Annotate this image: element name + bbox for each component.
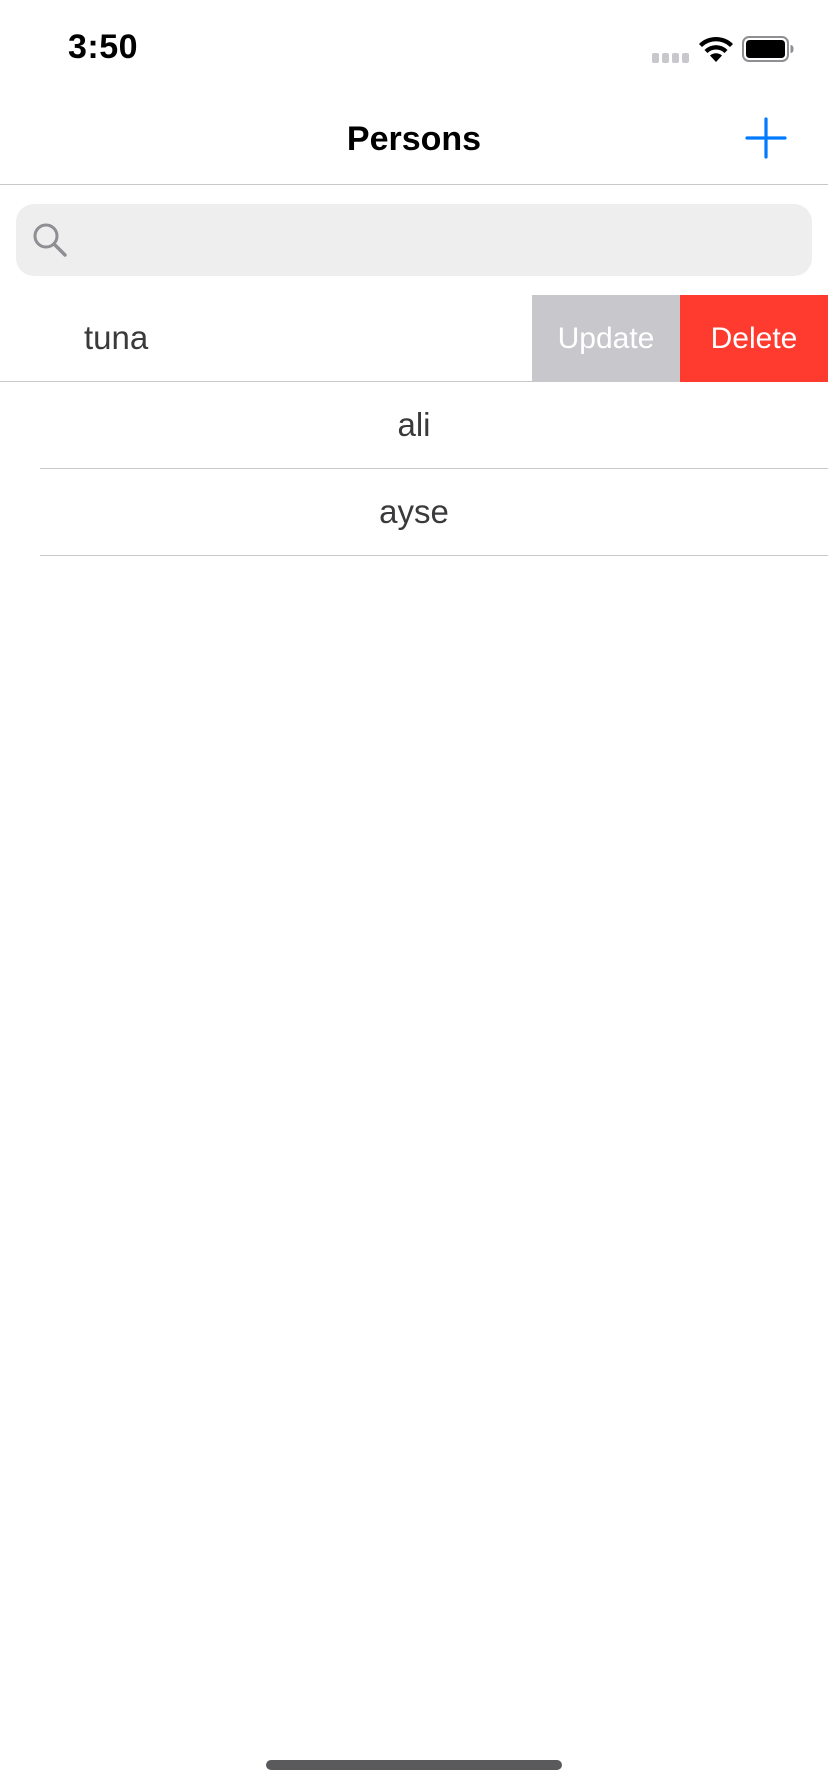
signal-icon: [652, 53, 689, 63]
list-item[interactable]: ayse: [0, 469, 828, 556]
navigation-bar: Persons: [0, 96, 828, 185]
home-indicator[interactable]: [266, 1760, 562, 1770]
plus-icon: [745, 117, 787, 159]
list-item-content[interactable]: tuna: [0, 295, 532, 382]
status-time: 3:50: [68, 28, 139, 66]
search-icon: [33, 223, 67, 257]
persons-list: tuna Update Delete ali ayse: [0, 295, 828, 556]
page-title: Persons: [346, 120, 482, 158]
search-field[interactable]: [16, 204, 812, 278]
wifi-icon: [699, 36, 733, 62]
battery-icon: [742, 36, 794, 62]
person-name: tuna: [84, 319, 149, 356]
update-button[interactable]: Update: [532, 295, 680, 382]
search-bar: [0, 185, 828, 296]
row-separator: [40, 555, 828, 556]
status-bar: 3:50: [0, 0, 828, 96]
search-input[interactable]: [82, 204, 796, 278]
person-name: ayse: [379, 493, 449, 530]
delete-button[interactable]: Delete: [680, 295, 828, 382]
list-item[interactable]: ali: [0, 382, 828, 469]
persons-screen: 3:50 Persons tuna Update Delete ali ayse: [0, 0, 828, 1792]
person-name: ali: [397, 406, 431, 443]
add-person-button[interactable]: [740, 112, 792, 164]
list-item[interactable]: tuna Update Delete: [0, 295, 828, 382]
